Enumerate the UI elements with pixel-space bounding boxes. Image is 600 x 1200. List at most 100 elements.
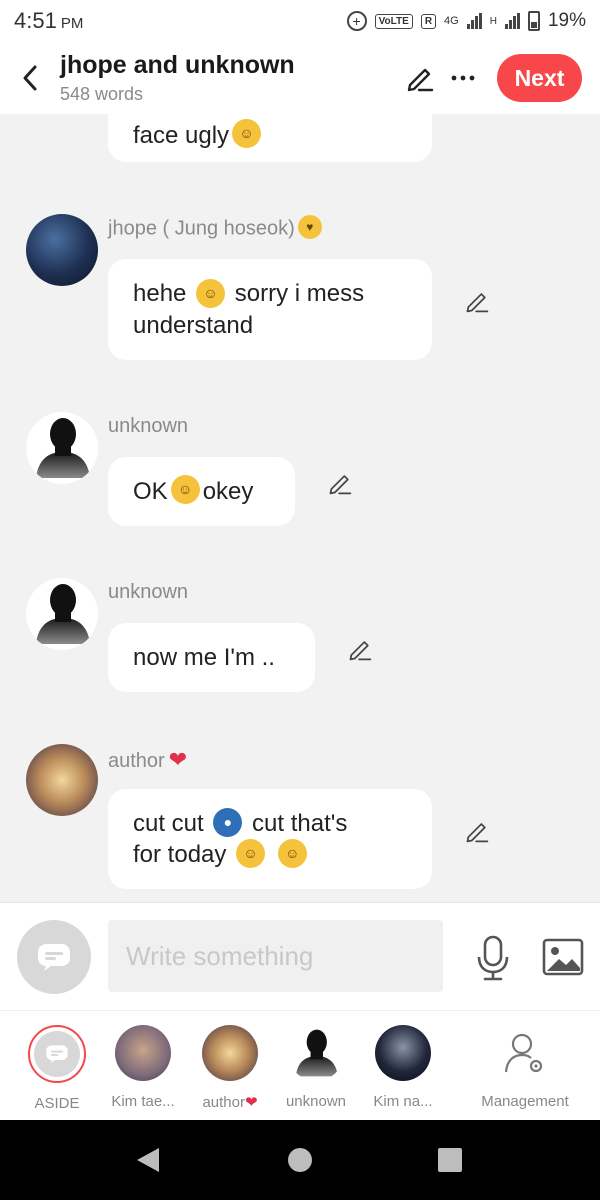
aside-avatar	[28, 1025, 86, 1083]
pencil-icon	[466, 823, 489, 843]
chat-bubble-icon	[38, 944, 70, 971]
status-time: 4:51 PM	[14, 8, 84, 33]
heart-emoji-icon: ❤	[168, 747, 188, 772]
status-icons: + VoLTE R 4G H 19%	[346, 10, 586, 32]
more-button[interactable]	[443, 58, 483, 98]
character-label: unknown	[285, 1093, 347, 1110]
heart-emoji-icon: ❤	[244, 1094, 258, 1111]
message-bubble[interactable]: now me I'm ..	[108, 623, 315, 692]
avatar	[115, 1025, 171, 1081]
message-text: now me I'm ..	[133, 644, 275, 671]
pencil-icon	[407, 68, 434, 92]
signal-icon-2	[504, 13, 520, 29]
pencil-icon	[329, 475, 352, 495]
message-text: cut that's	[252, 809, 348, 837]
message-text: hehe	[133, 280, 187, 308]
message-text: face ugly	[133, 121, 230, 149]
edit-message-button[interactable]	[462, 816, 492, 846]
message-bubble[interactable]: face ugly ☺	[108, 114, 432, 162]
message-bubble[interactable]: OK ☺ okey	[108, 457, 295, 526]
management-button[interactable]: Management	[470, 1011, 580, 1121]
nav-home-button[interactable]	[286, 1146, 314, 1174]
battery-icon	[527, 11, 540, 31]
kissing-emoji-icon: ☺	[277, 839, 307, 869]
page-title: jhope and unknown	[60, 51, 295, 79]
character-aside[interactable]: ASIDE	[12, 1011, 102, 1121]
silhouette-icon	[36, 418, 90, 478]
character-bar: ASIDE Kim tae... author❤ unknown Kim na.…	[0, 1010, 600, 1120]
sender-name: author ❤	[108, 747, 188, 772]
edit-title-button[interactable]	[400, 58, 440, 98]
management-avatar	[497, 1025, 553, 1081]
message-text: OK	[133, 478, 168, 505]
network-type: 4G	[444, 15, 459, 27]
character-kim-na[interactable]: Kim na...	[358, 1011, 448, 1121]
edit-message-button[interactable]	[325, 468, 355, 498]
character-author[interactable]: author❤	[185, 1011, 275, 1121]
character-label: Kim na...	[373, 1093, 433, 1110]
next-button[interactable]: Next	[497, 54, 582, 102]
message-text: okey	[202, 478, 254, 505]
message-input[interactable]	[108, 920, 443, 992]
square-recents-icon	[438, 1148, 462, 1172]
status-bar: 4:51 PM + VoLTE R 4G H 19%	[0, 0, 600, 42]
sender-name: unknown	[108, 415, 189, 437]
aside-toggle-button[interactable]	[17, 920, 91, 994]
character-label: ASIDE	[34, 1095, 80, 1112]
microphone-icon	[477, 935, 509, 981]
speaking-head-emoji-icon: ●	[213, 808, 243, 837]
character-label: Kim tae...	[111, 1093, 175, 1110]
nav-back-button[interactable]	[134, 1146, 162, 1174]
data-saver-icon: +	[346, 11, 367, 31]
chat-bubble-icon	[46, 1045, 68, 1064]
triangle-back-icon	[137, 1148, 159, 1172]
avatar	[288, 1025, 344, 1081]
sweat-smile-emoji-icon: ☺	[196, 278, 226, 308]
title-block: jhope and unknown 548 words	[60, 51, 295, 105]
message-text: cut cut	[133, 809, 204, 837]
chat-area[interactable]: face ugly ☺ jhope ( Jung hoseok) ♥ hehe ☺…	[0, 114, 600, 902]
nav-recents-button[interactable]	[436, 1146, 464, 1174]
silhouette-icon	[295, 1029, 338, 1077]
avatar	[202, 1025, 258, 1081]
avatar[interactable]	[26, 412, 98, 484]
kissing-emoji-icon: ☺	[170, 475, 200, 504]
avatar[interactable]	[26, 578, 98, 650]
voice-button[interactable]	[473, 933, 513, 983]
character-label: author❤	[202, 1094, 258, 1111]
grimacing-emoji-icon: ☺	[232, 118, 262, 148]
edit-message-button[interactable]	[462, 286, 492, 316]
signal-icon	[466, 13, 482, 29]
word-count: 548 words	[60, 84, 144, 104]
composer	[0, 902, 600, 1010]
header: jhope and unknown 548 words Next	[0, 42, 600, 114]
character-unknown[interactable]: unknown	[271, 1011, 361, 1121]
edit-message-button[interactable]	[345, 634, 375, 664]
character-label: Management	[481, 1093, 569, 1110]
chevron-left-icon	[23, 65, 37, 91]
circle-home-icon	[288, 1148, 312, 1172]
image-button[interactable]	[540, 935, 586, 979]
roaming-badge: R	[420, 13, 437, 29]
sender-name: jhope ( Jung hoseok) ♥	[108, 215, 325, 241]
kiss-emoji-icon: ♥	[297, 215, 322, 239]
network-type-2: H	[489, 15, 497, 27]
message-bubble[interactable]: cut cut ● cut that's for today ☺ ☺	[108, 789, 432, 889]
message-text: for today	[133, 841, 227, 868]
avatar[interactable]	[26, 214, 98, 286]
more-icon	[451, 75, 475, 81]
sender-name: unknown	[108, 581, 189, 603]
pencil-icon	[466, 293, 489, 313]
battery-level: 19%	[547, 10, 586, 31]
back-button[interactable]	[0, 42, 60, 114]
character-kim-tae[interactable]: Kim tae...	[98, 1011, 188, 1121]
avatar	[375, 1025, 431, 1081]
silhouette-icon	[36, 584, 90, 644]
message-text: sorry i mess	[234, 280, 365, 308]
message-bubble[interactable]: hehe ☺ sorry i mess understand	[108, 259, 432, 360]
image-icon	[542, 938, 584, 976]
avatar[interactable]	[26, 744, 98, 816]
message-text: understand	[133, 311, 254, 339]
pencil-icon	[349, 641, 372, 661]
relieved-emoji-icon: ☺	[236, 839, 266, 869]
